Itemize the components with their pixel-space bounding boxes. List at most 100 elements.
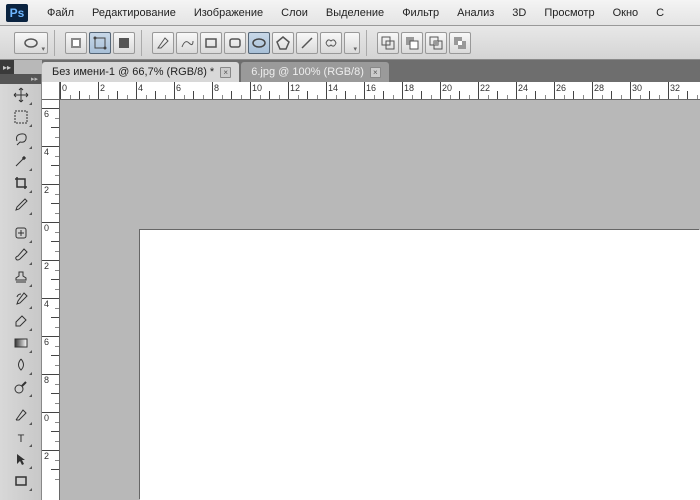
menu-слои[interactable]: Слои: [272, 3, 317, 23]
fill-pixels-icon: [116, 35, 132, 51]
pen-icon: [155, 35, 171, 51]
toolbox-grip[interactable]: ▸▸: [0, 74, 41, 84]
menu-с[interactable]: С: [647, 3, 673, 23]
brush-icon: [13, 247, 29, 263]
intersect-icon: [428, 35, 444, 51]
wand-tool[interactable]: [9, 150, 33, 172]
dodge-icon: [13, 379, 29, 395]
custom-shape-button[interactable]: [320, 32, 342, 54]
eyedropper-tool[interactable]: [9, 194, 33, 216]
heal-icon: [13, 225, 29, 241]
ruler-origin[interactable]: [42, 82, 60, 100]
ruler-vertical[interactable]: 6420246802: [42, 100, 60, 500]
dodge-tool[interactable]: [9, 376, 33, 398]
brush-tool[interactable]: [9, 244, 33, 266]
freeform-pen-icon: [179, 35, 195, 51]
options-bar: [0, 26, 700, 60]
exclude-icon: [452, 35, 468, 51]
wand-icon: [13, 153, 29, 169]
pen-tool-opt[interactable]: [152, 32, 174, 54]
svg-text:T: T: [17, 433, 24, 445]
rectangle-icon: [203, 35, 219, 51]
close-icon[interactable]: ×: [370, 67, 381, 78]
paths-icon: [92, 35, 108, 51]
custom-shape-icon: [323, 35, 339, 51]
combine-button[interactable]: [377, 32, 399, 54]
ellipse-icon: [251, 35, 267, 51]
crop-icon: [13, 175, 29, 191]
toolbox: ▸▸ T: [0, 74, 42, 500]
heal-tool[interactable]: [9, 222, 33, 244]
app-logo: Ps: [6, 4, 28, 22]
marquee-icon: [13, 109, 29, 125]
gradient-icon: [13, 335, 29, 351]
rrect-shape-button[interactable]: [224, 32, 246, 54]
type-tool[interactable]: T: [9, 426, 33, 448]
rect-shape-button[interactable]: [200, 32, 222, 54]
stamp-icon: [13, 269, 29, 285]
menu-файл[interactable]: Файл: [38, 3, 83, 23]
menu-окно[interactable]: Окно: [604, 3, 648, 23]
eraser-tool[interactable]: [9, 310, 33, 332]
lasso-tool[interactable]: [9, 128, 33, 150]
blur-tool[interactable]: [9, 354, 33, 376]
document-tab-bar: Без имени-1 @ 66,7% (RGB/8) *×6.jpg @ 10…: [42, 60, 700, 82]
chevron-right-icon: ▸▸: [31, 75, 38, 83]
document-canvas[interactable]: [140, 230, 700, 500]
panel-collapse-grip[interactable]: ▸▸: [0, 60, 14, 74]
close-icon[interactable]: ×: [220, 67, 231, 78]
subtract-icon: [404, 35, 420, 51]
shape-tool[interactable]: [9, 470, 33, 492]
exclude-button[interactable]: [449, 32, 471, 54]
gradient-tool[interactable]: [9, 332, 33, 354]
menu-изображение[interactable]: Изображение: [185, 3, 272, 23]
freeform-pen-opt[interactable]: [176, 32, 198, 54]
rounded-rect-icon: [227, 35, 243, 51]
menu-bar: Ps ФайлРедактированиеИзображениеСлоиВыде…: [0, 0, 700, 26]
menu-выделение[interactable]: Выделение: [317, 3, 393, 23]
blur-icon: [13, 357, 29, 373]
polygon-shape-button[interactable]: [272, 32, 294, 54]
line-icon: [299, 35, 315, 51]
menu-редактирование[interactable]: Редактирование: [83, 3, 185, 23]
move-tool[interactable]: [9, 84, 33, 106]
chevron-right-icon: ▸▸: [3, 63, 11, 72]
pen-tool[interactable]: [9, 404, 33, 426]
ellipse-icon: [23, 35, 39, 51]
document-tab[interactable]: 6.jpg @ 100% (RGB/8) ×: [241, 62, 389, 82]
work-area: 0246810121416182022242628303234 64202468…: [42, 82, 700, 500]
shape-layers-button[interactable]: [65, 32, 87, 54]
path-select-icon: [13, 451, 29, 467]
menu-просмотр[interactable]: Просмотр: [535, 3, 603, 23]
document-tab-label: Без имени-1 @ 66,7% (RGB/8) *: [52, 66, 214, 78]
eyedropper-icon: [13, 197, 29, 213]
fill-pixels-button[interactable]: [113, 32, 135, 54]
crop-tool[interactable]: [9, 172, 33, 194]
menu-3d[interactable]: 3D: [503, 3, 535, 23]
stamp-tool[interactable]: [9, 266, 33, 288]
ruler-horizontal[interactable]: 0246810121416182022242628303234: [60, 82, 700, 100]
history-icon: [13, 291, 29, 307]
menu-анализ[interactable]: Анализ: [448, 3, 503, 23]
combine-icon: [380, 35, 396, 51]
canvas-viewport[interactable]: [60, 100, 700, 500]
paths-button[interactable]: [89, 32, 111, 54]
subtract-button[interactable]: [401, 32, 423, 54]
shape-icon: [13, 473, 29, 489]
document-tab-label: 6.jpg @ 100% (RGB/8): [251, 66, 364, 78]
menu-фильтр[interactable]: Фильтр: [393, 3, 448, 23]
history-tool[interactable]: [9, 288, 33, 310]
type-icon: T: [13, 429, 29, 445]
marquee-tool[interactable]: [9, 106, 33, 128]
document-tab[interactable]: Без имени-1 @ 66,7% (RGB/8) * ×: [42, 62, 239, 82]
intersect-button[interactable]: [425, 32, 447, 54]
line-shape-button[interactable]: [296, 32, 318, 54]
eraser-icon: [13, 313, 29, 329]
shape-layers-icon: [68, 35, 84, 51]
lasso-icon: [13, 131, 29, 147]
shape-options-dropdown[interactable]: [344, 32, 360, 54]
path-select-tool[interactable]: [9, 448, 33, 470]
ellipse-shape-button[interactable]: [248, 32, 270, 54]
tool-preset-picker[interactable]: [14, 32, 48, 54]
pen-icon: [13, 407, 29, 423]
